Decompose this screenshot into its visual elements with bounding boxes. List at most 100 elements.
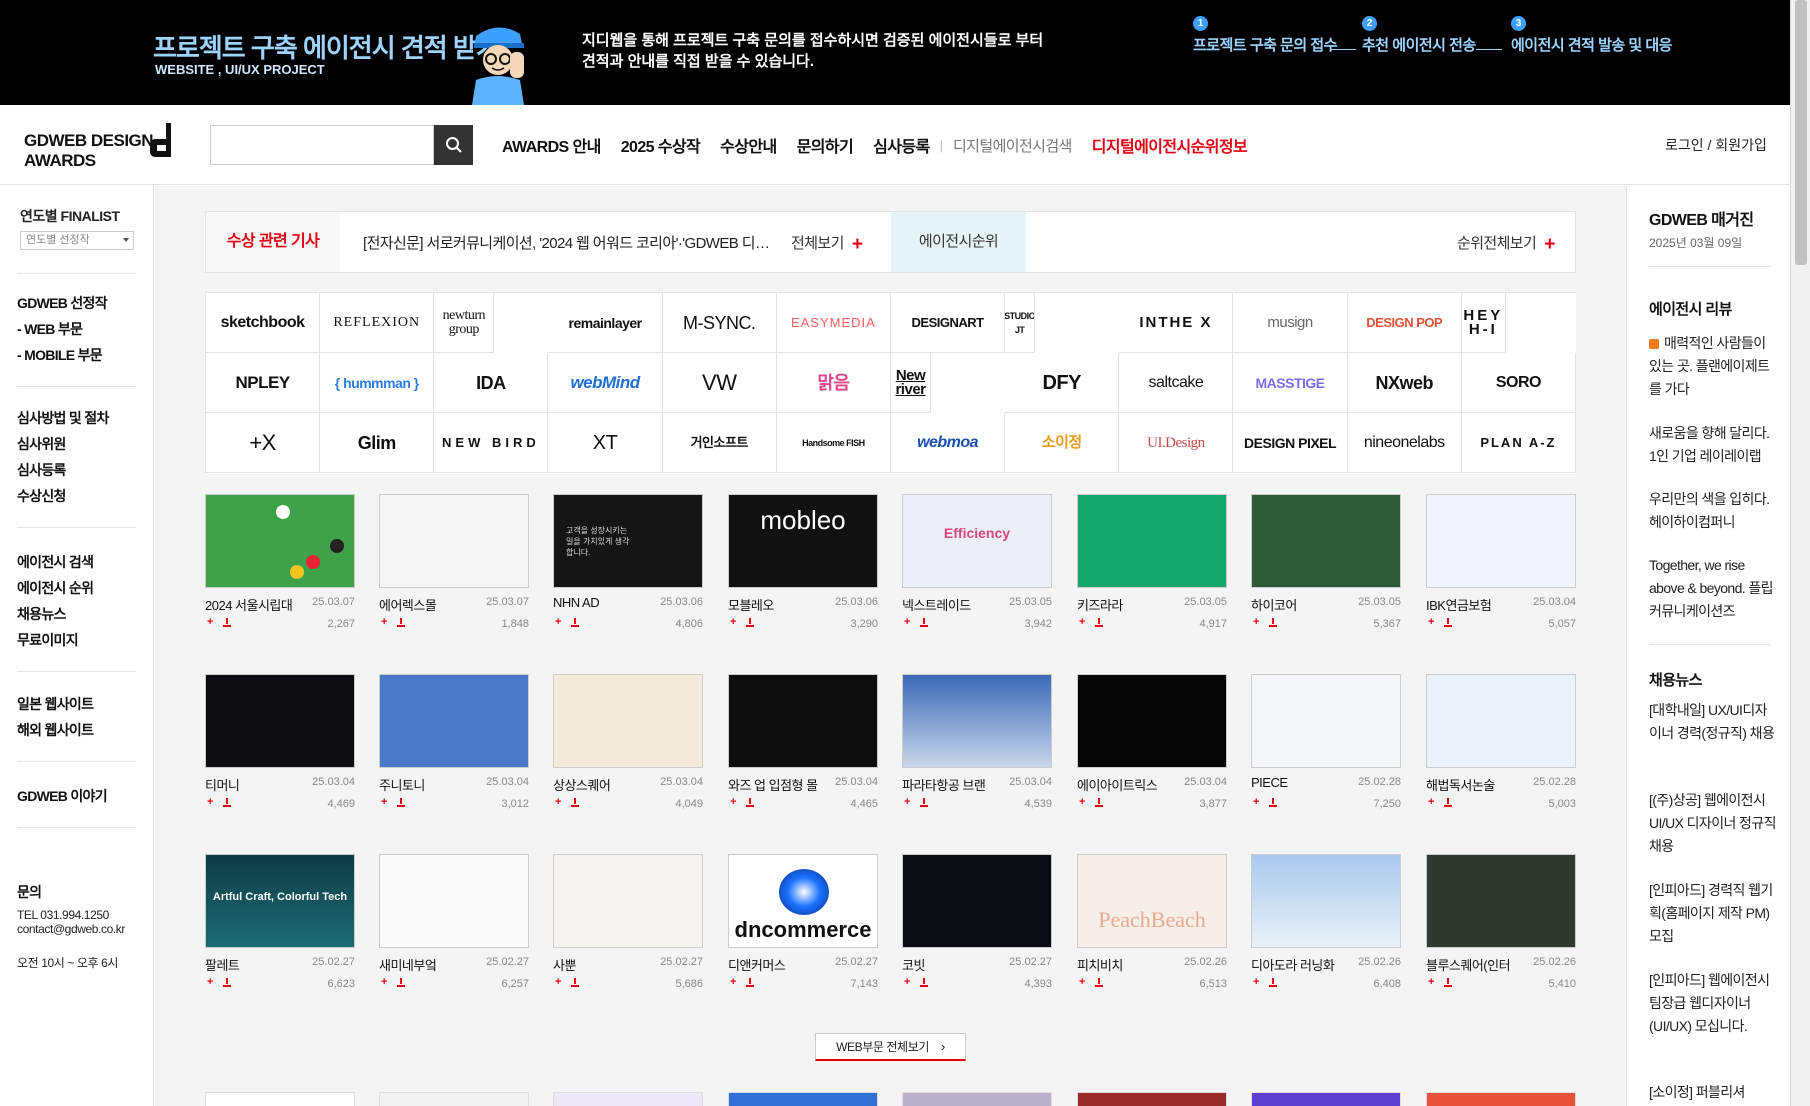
plus-icon[interactable]: + [1079, 616, 1085, 628]
work-title[interactable]: 사뿐 [553, 955, 649, 974]
plus-icon[interactable]: + [904, 976, 910, 988]
sidebar-item-job-news[interactable]: 채용뉴스 [17, 604, 66, 624]
download-icon[interactable] [746, 618, 755, 627]
download-icon[interactable] [1095, 978, 1104, 987]
work-title[interactable]: NHN AD [553, 595, 649, 610]
job-item[interactable]: [소이정] 퍼블리셔 [1649, 1081, 1779, 1104]
download-icon[interactable] [1269, 618, 1278, 627]
work-thumbnail[interactable]: Artful Craft, Colorful Tech [205, 854, 355, 948]
tab-agency-ranking[interactable]: 에이전시순위 [891, 212, 1026, 272]
work-card[interactable]: 에이아이트릭스 25.03.04 +3,877 [1077, 674, 1227, 814]
work-thumbnail[interactable] [1251, 854, 1401, 948]
work-title[interactable]: 블루스퀘어(인터 [1426, 955, 1522, 974]
work-title[interactable]: IBK연금보험 [1426, 595, 1522, 614]
work-thumbnail[interactable] [379, 674, 529, 768]
sidebar-item-agency-search[interactable]: 에이전시 검색 [17, 552, 94, 572]
download-icon[interactable] [571, 618, 580, 627]
nav-contact[interactable]: 문의하기 [797, 133, 854, 157]
scrollbar-thumb[interactable] [1795, 0, 1807, 265]
agency-logo[interactable]: INTHE X [1119, 293, 1234, 353]
work-thumbnail[interactable] [379, 494, 529, 588]
work-title[interactable]: 모블레오 [728, 595, 824, 614]
login-signup-link[interactable]: 로그인 / 회원가입 [1665, 135, 1767, 155]
plus-icon[interactable]: + [730, 976, 736, 988]
news-more-link[interactable]: 전체보기 + [791, 232, 863, 256]
site-logo[interactable]: GDWEB DESIGN AWARDS [24, 119, 176, 171]
work-card[interactable]: Artful Craft, Colorful Tech 팔레트 25.02.27 +6… [205, 854, 355, 994]
work-title[interactable]: 상상스퀘어 [553, 775, 649, 794]
agency-logo[interactable]: nineonelabs [1347, 413, 1462, 473]
download-icon[interactable] [397, 618, 406, 627]
download-icon[interactable] [1444, 798, 1453, 807]
sidebar-item-apply[interactable]: 수상신청 [17, 486, 66, 506]
sidebar-item-free-images[interactable]: 무료이미지 [17, 630, 79, 650]
work-card[interactable]: Efficiency 넥스트레이드 25.03.05 +3,942 [902, 494, 1052, 634]
nav-award-guide[interactable]: 수상안내 [720, 133, 777, 157]
agency-logo[interactable]: DFY [1005, 353, 1120, 413]
work-card[interactable]: 주니토니 25.03.04 +3,012 [379, 674, 529, 814]
work-thumbnail[interactable] [1251, 494, 1401, 588]
plus-icon[interactable]: + [207, 976, 213, 988]
nav-2025-winners[interactable]: 2025 수상작 [621, 133, 701, 157]
job-item[interactable]: [인피아드] 웹에이전시 팀장급 웹디자이너(UI/UX) 모십니다. [1649, 969, 1779, 1038]
work-thumbnail[interactable]: dncommerce [728, 854, 878, 948]
download-icon[interactable] [1269, 978, 1278, 987]
work-card[interactable]: 해법독서논술 25.02.28 +5,003 [1426, 674, 1576, 814]
agency-logo[interactable]: NXweb [1347, 353, 1462, 413]
work-thumbnail[interactable] [379, 854, 529, 948]
agency-logo[interactable]: webmoa [890, 413, 1006, 473]
work-thumbnail[interactable]: mobleo [728, 494, 878, 588]
news-headline[interactable]: [전자신문] 서로커뮤니케이션, '2024 웹 어워드 코리아'·'GDWEB… [363, 232, 776, 253]
work-card[interactable]: 티머니 25.03.04 +4,469 [205, 674, 355, 814]
work-title[interactable]: 피치비치 [1077, 955, 1173, 974]
peek-thumb[interactable] [1426, 1092, 1576, 1106]
work-title[interactable]: 해법독서논술 [1426, 775, 1522, 794]
download-icon[interactable] [746, 798, 755, 807]
review-item[interactable]: 매력적인 사람들이 있는 곳. 플랜에이제트를 가다 [1649, 332, 1779, 401]
agency-logo[interactable]: saltcake [1119, 353, 1234, 413]
work-card[interactable]: 고객을 성장시키는 일을 가치있게 생각합니다. NHN AD 25.03.06 +4… [553, 494, 703, 634]
peek-thumb[interactable] [553, 1092, 703, 1106]
agency-logo[interactable]: New river [890, 353, 931, 413]
sidebar-item-web[interactable]: - WEB 부문 [17, 319, 83, 339]
work-thumbnail[interactable] [553, 854, 703, 948]
work-thumbnail[interactable]: 고객을 성장시키는 일을 가치있게 생각합니다. [553, 494, 703, 588]
work-card[interactable]: 파라타항공 브랜 25.03.04 +4,539 [902, 674, 1052, 814]
peek-thumb[interactable] [379, 1092, 529, 1106]
nav-awards-info[interactable]: AWARDS 안내 [502, 133, 601, 157]
work-title[interactable]: 에어렉스몰 [379, 595, 475, 614]
download-icon[interactable] [397, 978, 406, 987]
download-icon[interactable] [746, 978, 755, 987]
work-title[interactable]: 새미네부엌 [379, 955, 475, 974]
work-title[interactable]: 코빗 [902, 955, 998, 974]
agency-logo[interactable]: DESIGN POP [1347, 293, 1462, 353]
work-thumbnail[interactable] [1426, 494, 1576, 588]
plus-icon[interactable]: + [1079, 976, 1085, 988]
work-title[interactable]: 디아도라 러닝화 [1251, 955, 1347, 974]
work-card[interactable]: 사뿐 25.02.27 +5,686 [553, 854, 703, 994]
work-title[interactable]: 팔레트 [205, 955, 301, 974]
agency-logo[interactable]: SORO [1461, 353, 1576, 413]
work-card[interactable]: 코빗 25.02.27 +4,393 [902, 854, 1052, 994]
plus-icon[interactable]: + [1253, 616, 1259, 628]
agency-logo[interactable]: PLAN A-Z [1461, 413, 1576, 473]
work-title[interactable]: 디앤커머스 [728, 955, 824, 974]
work-thumbnail[interactable]: PeachBeach [1077, 854, 1227, 948]
work-thumbnail[interactable] [1077, 674, 1227, 768]
agency-logo[interactable]: NPLEY [206, 353, 321, 413]
work-card[interactable]: PeachBeach 피치비치 25.02.26 +6,513 [1077, 854, 1227, 994]
plus-icon[interactable]: + [730, 616, 736, 628]
work-title[interactable]: 파라타항공 브랜 [902, 775, 998, 794]
plus-icon[interactable]: + [730, 796, 736, 808]
work-title[interactable]: PIECE [1251, 775, 1347, 790]
work-title[interactable]: 2024 서울시립대 [205, 595, 301, 614]
work-thumbnail[interactable] [902, 854, 1052, 948]
plus-icon[interactable]: + [207, 616, 213, 628]
download-icon[interactable] [397, 798, 406, 807]
plus-icon[interactable]: + [555, 976, 561, 988]
plus-icon[interactable]: + [555, 796, 561, 808]
agency-logo[interactable]: Glim [320, 413, 435, 473]
work-thumbnail[interactable] [1426, 854, 1576, 948]
plus-icon[interactable]: + [381, 796, 387, 808]
agency-logo[interactable]: DESIGNART [890, 293, 1006, 353]
